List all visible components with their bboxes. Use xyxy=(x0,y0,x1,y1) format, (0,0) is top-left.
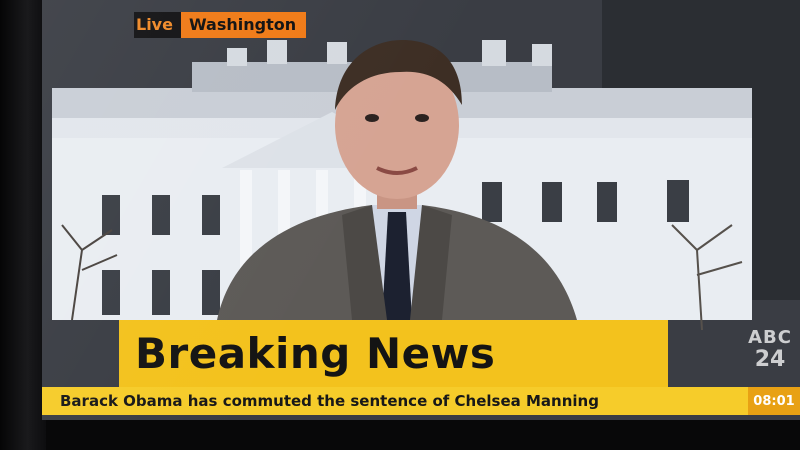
channel-logo-number: 24 xyxy=(754,347,786,372)
television: Live Washington Breaking News ABC 24 Bar… xyxy=(0,0,800,450)
live-location: Washington xyxy=(180,12,307,38)
channel-logo-mark: ABC xyxy=(748,327,792,348)
breaking-news-headline: Breaking News xyxy=(135,329,496,378)
tv-bezel xyxy=(0,0,46,450)
live-label: Live xyxy=(134,12,181,38)
broadcast-clock: 08:01 xyxy=(748,387,800,415)
ticker-text: Barack Obama has commuted the sentence o… xyxy=(60,392,599,410)
live-location-bug: Live Washington xyxy=(134,12,307,38)
news-ticker: Barack Obama has commuted the sentence o… xyxy=(42,387,800,415)
tv-screen: Live Washington Breaking News ABC 24 Bar… xyxy=(42,0,800,420)
abc-news-24-logo-icon: ABC 24 xyxy=(748,328,792,382)
breaking-news-banner: Breaking News xyxy=(119,320,668,387)
